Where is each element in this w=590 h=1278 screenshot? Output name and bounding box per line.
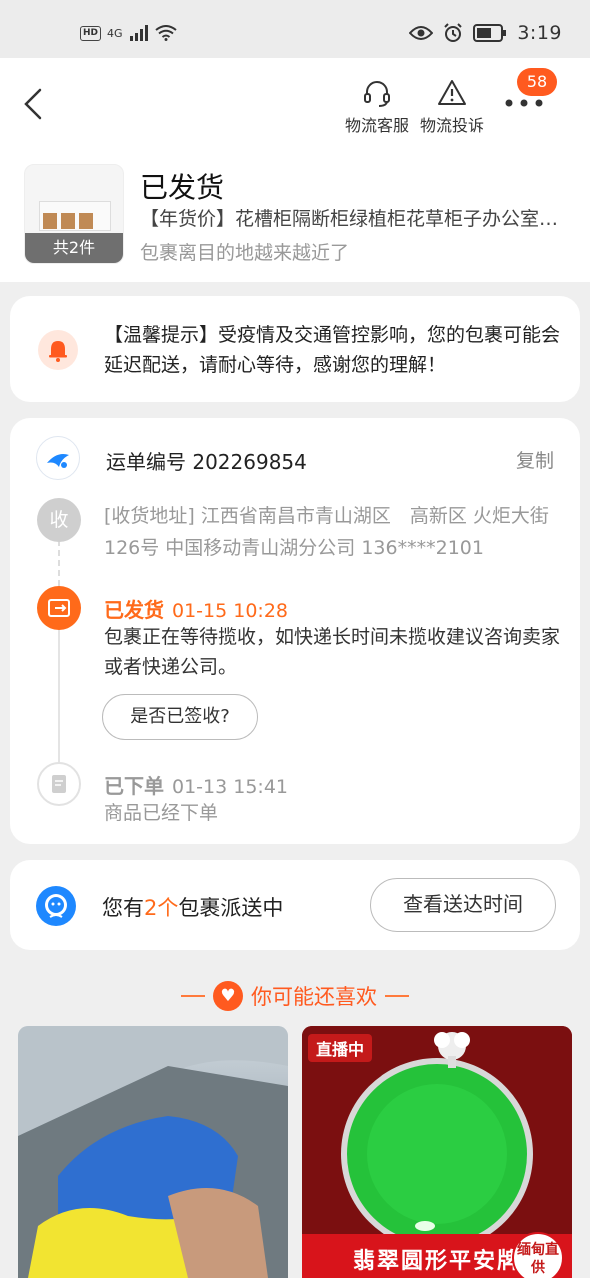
back-arrow-icon[interactable] <box>22 86 46 122</box>
product-thumbnail[interactable]: 共2件 <box>24 164 124 264</box>
packages-text: 您有2个包裹派送中 <box>102 892 283 922</box>
hd-icon: HD <box>80 25 102 41</box>
event-title: 已发货 01-15 10:28 <box>104 594 288 623</box>
view-delivery-time-button[interactable]: 查看送达时间 <box>370 878 556 932</box>
message-badge: 58 <box>517 68 557 96</box>
copy-button[interactable]: 复制 <box>516 446 554 473</box>
status-bar: HD 4G 3:19 <box>0 0 590 58</box>
receive-node: 收 <box>37 498 81 542</box>
delivery-address: [收货地址] 江西省南昌市青山湖区 高新区 火炬大街126号 中国移动青山湖分公… <box>104 505 549 559</box>
event-description: 商品已经下单 <box>104 802 219 824</box>
status-right: 3:19 <box>409 22 562 44</box>
product-title[interactable]: 【年货价】花槽柜隔断柜绿植柜花草柜子办公室屏风隔断矮柜 <box>140 204 570 231</box>
event-status: 已发货 <box>104 598 164 622</box>
notice-card: 【温馨提示】受疫情及交通管控影响，您的包裹可能会延迟配送，请耐心等待，感谢您的理… <box>10 296 580 402</box>
packages-suffix: 包裹派送中 <box>178 896 284 920</box>
clock: 3:19 <box>517 22 562 44</box>
logistics-complaint-button[interactable]: 物流投诉 <box>412 78 492 136</box>
signed-question-button[interactable]: 是否已签收? <box>102 694 258 740</box>
event-time: 01-13 15:41 <box>172 776 289 798</box>
shipped-node-icon <box>37 586 81 630</box>
alarm-icon <box>444 23 463 42</box>
product-drawer <box>61 213 75 229</box>
divider <box>385 995 409 997</box>
packages-count: 2个 <box>144 896 179 920</box>
bell-icon <box>38 330 78 370</box>
recommend-tile[interactable]: 直播中 翡翠圆形平安牌 缅甸直供 <box>302 1026 572 1278</box>
recommend-title: 你可能还喜欢 <box>251 985 377 1009</box>
live-tag: 直播中 <box>308 1034 373 1062</box>
packages-card: 您有2个包裹派送中 查看送达时间 <box>10 860 580 950</box>
battery-icon <box>473 24 507 42</box>
product-image <box>18 1026 288 1278</box>
timeline-connector <box>58 628 60 780</box>
event-time: 01-15 10:28 <box>172 600 289 622</box>
notice-text: 【温馨提示】受疫情及交通管控影响，您的包裹可能会延迟配送，请耐心等待，感谢您的理… <box>104 324 561 376</box>
item-count: 共2件 <box>25 233 123 263</box>
headset-icon <box>364 81 390 107</box>
product-drawer <box>79 213 93 229</box>
origin-tag: 缅甸直供 <box>512 1232 564 1278</box>
recommend-header: ♥ 你可能还喜欢 <box>0 978 590 1011</box>
waybill-number: 运单编号 202269854 <box>106 450 307 474</box>
event-status: 已下单 <box>104 774 164 798</box>
ordered-node-icon <box>37 762 81 806</box>
status-left: HD 4G <box>80 25 177 41</box>
event-title: 已下单 01-13 15:41 <box>104 770 288 799</box>
logistics-complaint-label: 物流投诉 <box>419 116 484 135</box>
shipment-status: 已发货 <box>140 171 225 204</box>
shipment-subtitle: 包裹离目的地越来越近了 <box>140 242 350 264</box>
divider <box>181 995 205 997</box>
more-icon[interactable] <box>504 98 544 108</box>
event-description: 包裹正在等待揽收，如快递长时间未揽收建议咨询卖家或者快递公司。 <box>104 626 561 678</box>
heart-icon: ♥ <box>213 981 243 1011</box>
timeline-connector <box>58 540 60 586</box>
network-type: 4G <box>107 26 123 40</box>
product-drawer <box>43 213 57 229</box>
delivery-mascot-icon <box>36 886 76 926</box>
signal-icon <box>129 25 148 41</box>
tracking-card: 运单编号 202269854 复制 收 [收货地址] 江西省南昌市青山湖区 高新… <box>10 418 580 844</box>
logistics-service-label: 物流客服 <box>344 116 409 135</box>
warning-icon <box>438 80 466 105</box>
logistics-service-button[interactable]: 物流客服 <box>337 78 417 136</box>
recommend-tile[interactable] <box>18 1026 288 1278</box>
carrier-logo-icon <box>36 436 80 480</box>
eye-icon <box>409 26 434 40</box>
wifi-icon <box>154 25 177 41</box>
packages-prefix: 您有 <box>102 896 144 920</box>
shipment-header: 物流客服 物流投诉 58 共2件 已发货 【年货价】花槽柜隔断柜绿植柜花草柜子办… <box>0 58 590 282</box>
